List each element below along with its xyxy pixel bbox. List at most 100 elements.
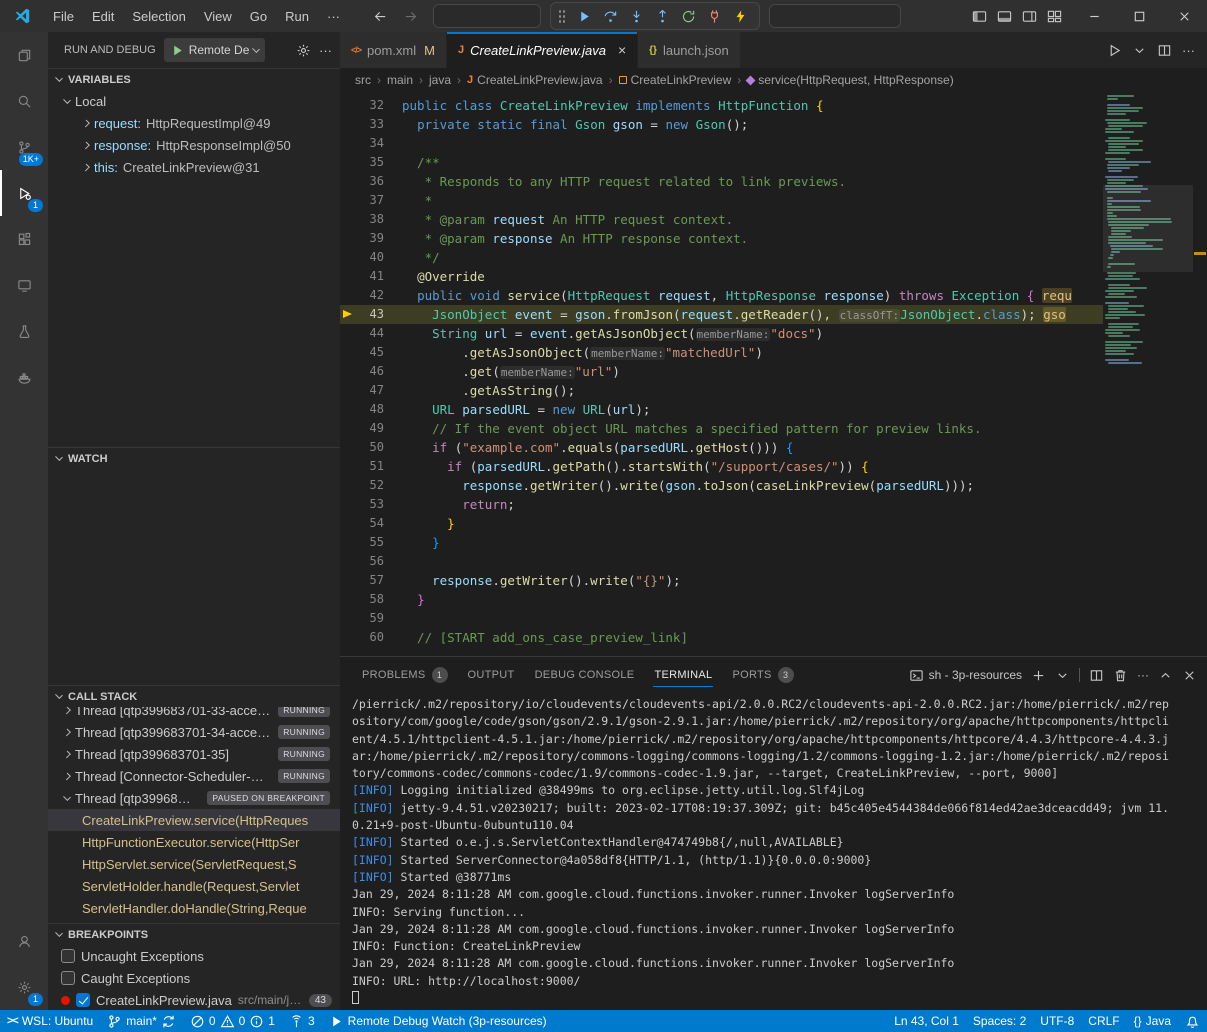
status-problems[interactable]: 001 — [183, 1010, 282, 1032]
code-line[interactable]: 35 /** — [340, 153, 1103, 172]
terminal-instance[interactable]: sh - 3p-resources — [909, 668, 1022, 683]
new-terminal-button[interactable] — [1031, 668, 1046, 683]
code-line[interactable]: 44 String url = event.getAsJsonObject(me… — [340, 324, 1103, 343]
call-stack-thread[interactable]: Thread [qtp399683701-33-acce…RUNNING — [48, 707, 340, 721]
menu-file[interactable]: File — [44, 0, 83, 32]
call-stack-thread[interactable]: Thread [qtp39968…PAUSED ON BREAKPOINT — [48, 787, 340, 809]
code-line[interactable]: 48 URL parsedURL = new URL(url); — [340, 400, 1103, 419]
breakpoint-checkbox[interactable] — [61, 949, 75, 963]
code-line[interactable]: 60 // [START add_ons_case_preview_link] — [340, 628, 1103, 647]
activity-source-control[interactable]: 1K+ — [0, 124, 48, 170]
drag-handle-icon[interactable] — [558, 9, 566, 23]
code-editor[interactable]: 32public class CreateLinkPreview impleme… — [340, 92, 1207, 656]
panel-tab-debug-console[interactable]: DEBUG CONSOLE — [525, 657, 645, 693]
code-line[interactable]: 37 * — [340, 191, 1103, 210]
kill-terminal-button[interactable] — [1113, 668, 1128, 683]
stack-frame[interactable]: CreateLinkPreview.service(HttpReques — [48, 809, 340, 831]
panel-tab-ports[interactable]: PORTS3 — [722, 657, 803, 693]
call-stack-thread[interactable]: Thread [Connector-Scheduler-…RUNNING — [48, 765, 340, 787]
breadcrumb-item[interactable]: JCreateLinkPreview.java — [467, 73, 603, 87]
code-line[interactable]: 32public class CreateLinkPreview impleme… — [340, 96, 1103, 115]
stack-frame[interactable]: HttpServlet.service(ServletRequest,S — [48, 853, 340, 875]
overview-ruler[interactable] — [1193, 92, 1207, 656]
call-stack-section-header[interactable]: CALL STACK — [48, 685, 340, 707]
variable-row[interactable]: response: HttpResponseImpl@50 — [48, 134, 340, 156]
split-terminal-button[interactable] — [1089, 668, 1104, 683]
activity-settings[interactable]: 1 — [0, 964, 48, 1010]
close-tab-icon[interactable]: × — [618, 42, 626, 58]
panel-more-button[interactable]: ··· — [1137, 668, 1149, 682]
step-out-button[interactable] — [650, 4, 674, 28]
panel-tab-output[interactable]: OUTPUT — [458, 657, 525, 693]
run-dropdown-button[interactable] — [1132, 43, 1147, 58]
toggle-secondary-sidebar-button[interactable] — [1022, 9, 1037, 24]
editor-more-button[interactable]: ··· — [1182, 43, 1195, 58]
continue-button[interactable] — [572, 4, 596, 28]
code-line[interactable]: 57 response.getWriter().write("{}"); — [340, 571, 1103, 590]
breadcrumb-item[interactable]: main — [387, 73, 413, 87]
breakpoint-row[interactable]: Uncaught Exceptions — [48, 945, 340, 967]
activity-remote-explorer[interactable] — [0, 262, 48, 308]
hot-code-replace-button[interactable] — [728, 4, 752, 28]
code-line[interactable]: 53 return; — [340, 495, 1103, 514]
go-forward-button[interactable] — [397, 4, 423, 28]
split-editor-button[interactable] — [1157, 43, 1172, 58]
toggle-primary-sidebar-button[interactable] — [972, 9, 987, 24]
code-line[interactable]: 45 .getAsJsonObject(memberName:"matchedU… — [340, 343, 1103, 362]
panel-tab-problems[interactable]: PROBLEMS1 — [352, 657, 458, 693]
customize-layout-button[interactable] — [1047, 9, 1062, 24]
code-line[interactable]: 47 .getAsString(); — [340, 381, 1103, 400]
breakpoints-section-header[interactable]: BREAKPOINTS — [48, 923, 340, 945]
command-center-search[interactable] — [433, 4, 541, 28]
activity-explorer[interactable] — [0, 32, 48, 78]
variables-scope[interactable]: Local — [48, 90, 340, 112]
tab-createlinkpreview-java[interactable]: JCreateLinkPreview.java× — [447, 32, 638, 68]
terminal-output[interactable]: /pierrick/.m2/repository/io/cloudevents/… — [340, 693, 1207, 1010]
breakpoint-checkbox[interactable] — [61, 971, 75, 985]
tab-launch-json[interactable]: {}launch.json — [638, 32, 741, 68]
stack-frame[interactable]: ServletHandler.doHandle(String,Reque — [48, 897, 340, 919]
disconnect-button[interactable] — [702, 4, 726, 28]
panel-tab-terminal[interactable]: TERMINAL — [644, 657, 722, 693]
menu-edit[interactable]: Edit — [83, 0, 123, 32]
code-line[interactable]: 59 — [340, 609, 1103, 628]
code-line[interactable]: 36 * Responds to any HTTP request relate… — [340, 172, 1103, 191]
code-line[interactable]: 34 — [340, 134, 1103, 153]
maximize-panel-button[interactable] — [1158, 668, 1173, 683]
command-center-secondary[interactable] — [769, 4, 901, 28]
debug-views-more[interactable]: ··· — [319, 43, 332, 58]
activity-extensions[interactable] — [0, 216, 48, 262]
status-cursor-position[interactable]: Ln 43, Col 1 — [887, 1010, 966, 1032]
go-back-button[interactable] — [367, 4, 393, 28]
code-line[interactable]: 50 if ("example.com".equals(parsedURL.ge… — [340, 438, 1103, 457]
tab-pom-xml[interactable]: </>pom.xmlM — [340, 32, 447, 68]
close-window-button[interactable] — [1162, 0, 1207, 32]
variable-row[interactable]: this: CreateLinkPreview@31 — [48, 156, 340, 178]
maximize-button[interactable] — [1117, 0, 1162, 32]
code-line[interactable]: 46 .get(memberName:"url") — [340, 362, 1103, 381]
activity-run-and-debug[interactable]: 1 — [0, 170, 48, 216]
step-into-button[interactable] — [624, 4, 648, 28]
status-indentation[interactable]: Spaces: 2 — [966, 1010, 1033, 1032]
menu-[interactable]: ··· — [318, 0, 349, 32]
code-line[interactable]: 33 private static final Gson gson = new … — [340, 115, 1103, 134]
variables-section-header[interactable]: VARIABLES — [48, 68, 340, 90]
menu-go[interactable]: Go — [241, 0, 276, 32]
code-line[interactable]: 55 } — [340, 533, 1103, 552]
code-line[interactable]: 43 JsonObject event = gson.fromJson(requ… — [340, 305, 1103, 324]
code-line[interactable]: 51 if (parsedURL.getPath().startsWith("/… — [340, 457, 1103, 476]
call-stack-thread[interactable]: Thread [qtp399683701-34-acce…RUNNING — [48, 721, 340, 743]
activity-testing[interactable] — [0, 308, 48, 354]
status-language-mode[interactable]: {}Java — [1127, 1010, 1178, 1032]
menu-run[interactable]: Run — [276, 0, 318, 32]
minimize-button[interactable] — [1072, 0, 1117, 32]
code-line[interactable]: 42 public void service(HttpRequest reque… — [340, 286, 1103, 305]
minimap[interactable] — [1103, 92, 1193, 656]
stack-frame[interactable]: ScopedHandler.handle(String,Requ — [48, 919, 340, 923]
code-line[interactable]: 54 } — [340, 514, 1103, 533]
stack-frame[interactable]: ServletHolder.handle(Request,Servlet — [48, 875, 340, 897]
activity-search[interactable] — [0, 78, 48, 124]
activity-docker[interactable] — [0, 354, 48, 400]
code-line[interactable]: 49 // If the event object URL matches a … — [340, 419, 1103, 438]
code-line[interactable]: 56 — [340, 552, 1103, 571]
